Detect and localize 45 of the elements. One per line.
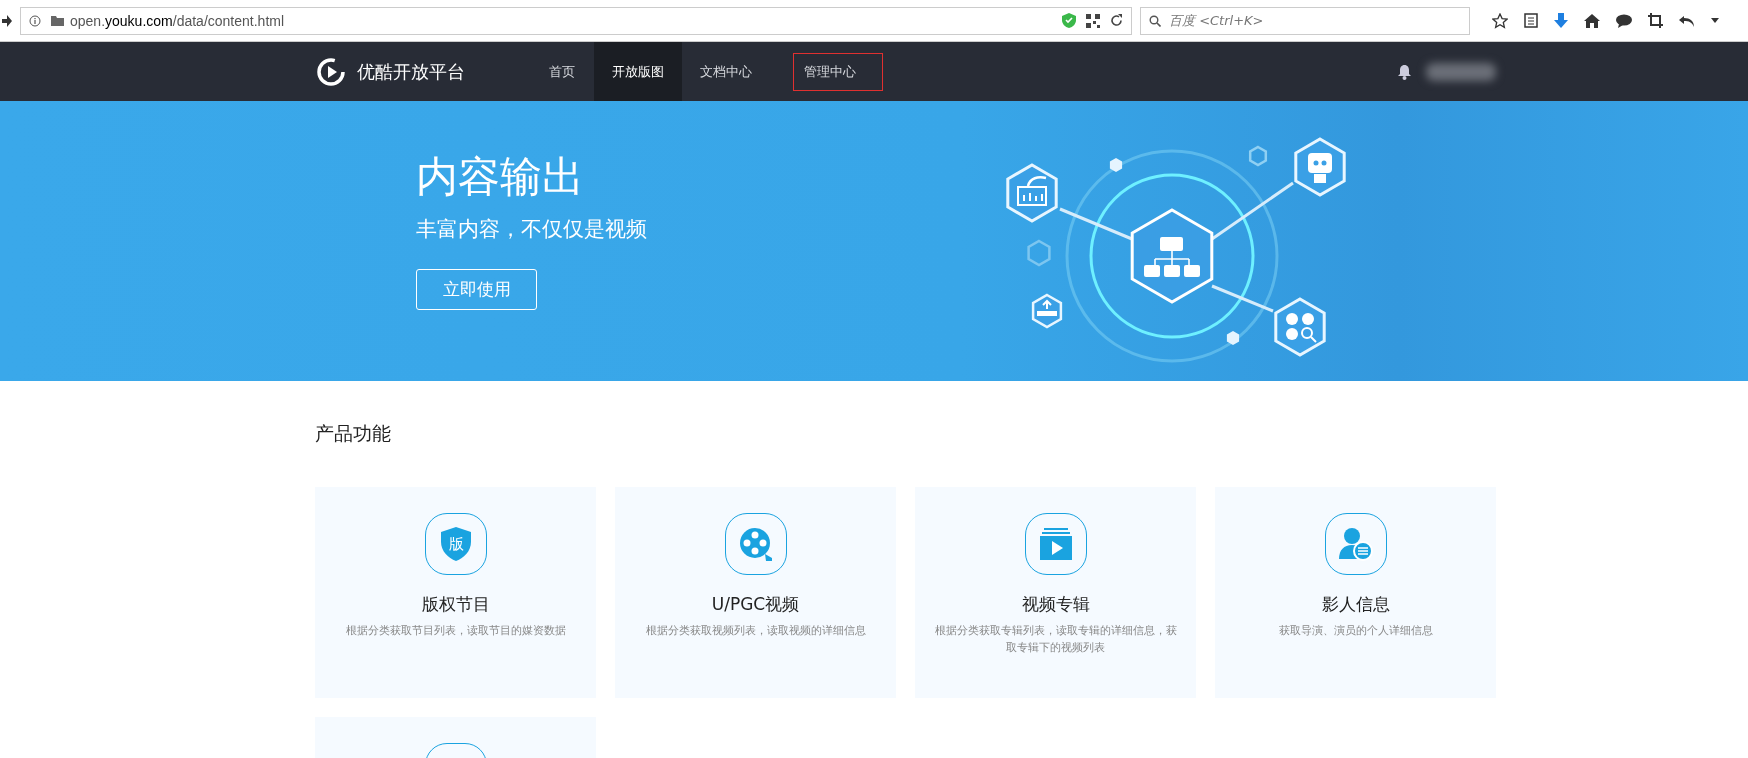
feature-card[interactable]: 版 版权节目 根据分类获取节目列表，读取节目的媒资数据 bbox=[315, 487, 596, 698]
undo-icon[interactable] bbox=[1679, 13, 1695, 28]
hero-title: 内容输出 bbox=[416, 151, 585, 203]
download-icon[interactable] bbox=[1554, 12, 1568, 29]
nav-link[interactable]: 管理中心 bbox=[788, 47, 888, 96]
crop-icon[interactable] bbox=[1648, 13, 1663, 28]
home-icon[interactable] bbox=[1584, 13, 1600, 28]
search-field[interactable]: 百度 <Ctrl+K> bbox=[1140, 6, 1470, 35]
feature-card[interactable]: 视频专辑 根据分类获取专辑列表，读取专辑的详细信息，获取专辑下的视频列表 bbox=[915, 487, 1196, 698]
info-icon[interactable] bbox=[29, 14, 41, 27]
address-bar[interactable]: open.youku.com/data/content.html bbox=[20, 6, 1132, 35]
forward-arrow-icon[interactable] bbox=[2, 14, 12, 27]
card-description: 根据分类获取视频列表，读取视频的详细信息 bbox=[644, 623, 867, 639]
url-text: open.youku.com/data/content.html bbox=[70, 12, 285, 29]
logo-text: 优酷开放平台 bbox=[357, 59, 465, 84]
shield-icon[interactable] bbox=[1062, 13, 1076, 28]
search-input[interactable]: 百度 <Ctrl+K> bbox=[1167, 12, 1451, 29]
hero-subtitle: 丰富内容，不仅仅是视频 bbox=[416, 216, 648, 243]
reading-list-icon[interactable] bbox=[1524, 13, 1538, 28]
reload-icon[interactable] bbox=[1110, 14, 1123, 27]
nav-link[interactable]: 开放版图 bbox=[594, 42, 682, 101]
folder-icon bbox=[51, 15, 64, 26]
person-list-icon bbox=[1324, 513, 1387, 575]
card-title: 影人信息 bbox=[1321, 593, 1390, 616]
film-reel-icon bbox=[724, 513, 787, 575]
bookmark-star-icon[interactable] bbox=[1492, 12, 1508, 29]
card-description: 根据分类获取专辑列表，读取专辑的详细信息，获取专辑下的视频列表 bbox=[933, 623, 1178, 656]
search-icon bbox=[1149, 14, 1161, 27]
qr-code-icon[interactable] bbox=[1086, 13, 1100, 28]
nav-link[interactable]: 首页 bbox=[530, 42, 594, 101]
section-title: 产品功能 bbox=[315, 421, 392, 446]
card-description: 根据分类获取节目列表，读取节目的媒资数据 bbox=[344, 623, 567, 639]
bell-icon[interactable] bbox=[1397, 63, 1412, 80]
card-description: 获取导演、演员的个人详细信息 bbox=[1277, 623, 1434, 639]
chat-bubble-icon[interactable] bbox=[1616, 13, 1632, 28]
blurred-username bbox=[1426, 62, 1496, 81]
feature-card[interactable]: U/PGC视频 根据分类获取视频列表，读取视频的详细信息 bbox=[615, 487, 896, 698]
card-title: 版权节目 bbox=[421, 593, 490, 616]
shield-icon: 版 bbox=[424, 513, 487, 575]
nav-link[interactable]: 文档中心 bbox=[682, 42, 770, 101]
card-title: U/PGC视频 bbox=[711, 593, 800, 616]
video-album-icon bbox=[1024, 513, 1087, 575]
feature-card[interactable]: 影人信息 获取导演、演员的个人详细信息 bbox=[1215, 487, 1496, 698]
dropdown-caret-icon[interactable] bbox=[1711, 18, 1719, 23]
card-title: 视频专辑 bbox=[1021, 593, 1090, 616]
